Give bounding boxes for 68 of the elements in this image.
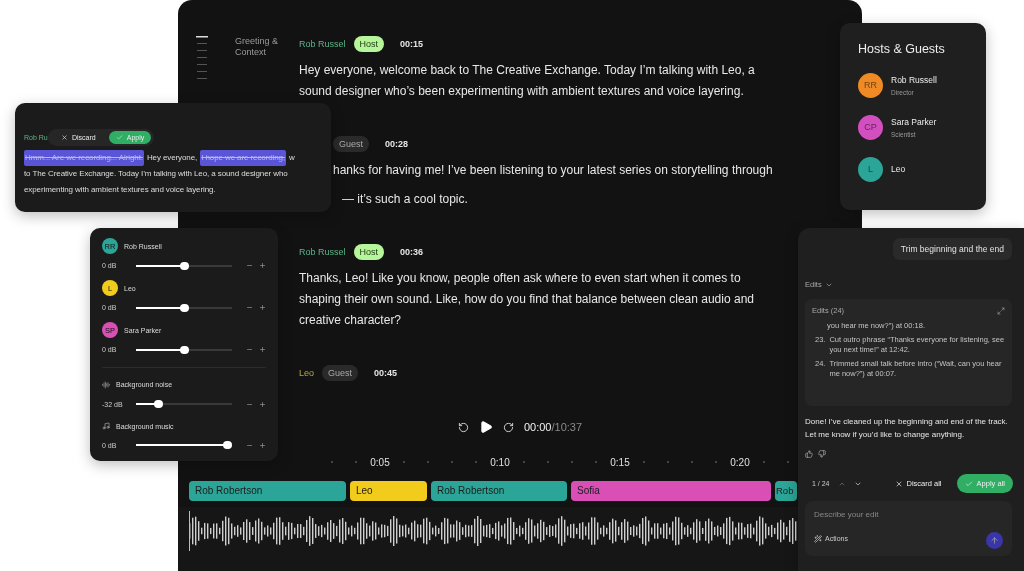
assistant-message: Done! I’ve cleaned up the beginning and end of the track. Let me know if you’d like to change anything.	[805, 416, 1009, 441]
outline-drawing	[196, 36, 208, 80]
panel-title: Hosts & Guests	[858, 42, 946, 56]
sound-wave-icon	[102, 380, 110, 389]
wand-icon	[814, 534, 822, 543]
time-tick: 0:15	[610, 456, 630, 468]
plus-button[interactable]	[259, 441, 266, 449]
transcript-text: — it’s such a cool topic.	[341, 191, 469, 208]
plus-button[interactable]	[259, 400, 266, 408]
thumbs-up-icon[interactable]	[805, 450, 813, 458]
time-tick: 0:10	[490, 456, 510, 468]
slider-thumb[interactable]	[154, 400, 164, 409]
transcript-text: experimenting with ambient textures and voice layering.	[24, 184, 216, 196]
slider-thumb[interactable]	[180, 261, 189, 270]
speaker-clip[interactable]: Leo	[350, 481, 427, 501]
removed-text[interactable]: I hope we are recording,	[200, 150, 287, 166]
plus-button[interactable]	[259, 346, 266, 354]
close-icon	[61, 134, 68, 141]
send-button[interactable]	[986, 532, 1003, 549]
plus-button[interactable]	[259, 262, 266, 270]
slider-thumb[interactable]	[223, 441, 233, 450]
plus-button[interactable]	[259, 304, 266, 312]
transcript-text: w	[289, 152, 295, 164]
music-note-icon	[102, 422, 110, 431]
rewind-button[interactable]	[457, 421, 469, 433]
slider-thumb[interactable]	[180, 345, 189, 354]
transcript-text: Hey everyone,	[146, 152, 198, 164]
timestamp: 00:15	[400, 39, 424, 49]
speaker-name: Leo	[299, 368, 315, 378]
avatar: CP	[858, 114, 883, 140]
slider-thumb[interactable]	[180, 303, 189, 312]
section-label: Greeting & Context	[235, 36, 280, 58]
time-tick: 0:20	[730, 456, 750, 468]
timestamp: 00:36	[400, 247, 424, 257]
avatar: L	[858, 156, 883, 182]
role-badge: Guest	[333, 136, 369, 152]
current-time: 00:00	[523, 421, 552, 433]
check-icon	[964, 479, 973, 488]
avatar: RR	[858, 72, 883, 98]
role-badge: Host	[353, 244, 385, 260]
person-name: Sara Parker	[891, 116, 937, 127]
play-button[interactable]	[478, 420, 493, 434]
arrow-up-icon	[990, 536, 999, 545]
speaker-clip[interactable]: Rob Robertson	[431, 481, 567, 501]
transcript-text: Hey everyone, welcome back to The Creative Exchange. Today I’m talking with Leo, a sound designer who’s been experimenting with ambient textures and voice layering.	[299, 62, 756, 100]
user-message: Trim beginning and the end	[892, 238, 1012, 260]
removed-text[interactable]: Hmm... Are we recording... Alright.	[24, 150, 144, 166]
speaker-clip[interactable]: Sofia	[571, 481, 771, 501]
check-icon	[115, 134, 123, 141]
transcript-text: hanks for having me! I’ve been listening to your latest series on storytelling through	[333, 162, 774, 179]
role-badge: Host	[353, 36, 385, 52]
role-badge: Guest	[322, 365, 359, 381]
person-name: Rob Russell	[891, 74, 937, 85]
speaker-clip[interactable]: Rob Robertson	[189, 481, 346, 501]
speaker-name: Rob Russel	[299, 39, 346, 49]
transcript-text: Thanks, Leo! Like you know, people often ask where to even start when it comes to shaping their own sound. Like, how do you find that balance between clean audio and creative character?	[299, 270, 755, 329]
transcript-text: to The Creative Exchange. Today I’m talking with Leo, a sound designer who	[24, 168, 288, 180]
timestamp: 00:45	[374, 368, 398, 378]
speaker-name: Rob Russel	[299, 247, 346, 257]
forward-button[interactable]	[502, 421, 514, 433]
thumbs-down-icon[interactable]	[818, 450, 826, 458]
time-tick: 0:05	[370, 456, 390, 468]
timestamp: 00:28	[385, 139, 409, 149]
person-name: Leo	[891, 164, 906, 174]
expand-icon[interactable]	[997, 306, 1005, 315]
total-time: /10:37	[551, 421, 583, 433]
close-icon	[894, 479, 903, 488]
speaker-clip[interactable]: Rob	[775, 481, 797, 501]
